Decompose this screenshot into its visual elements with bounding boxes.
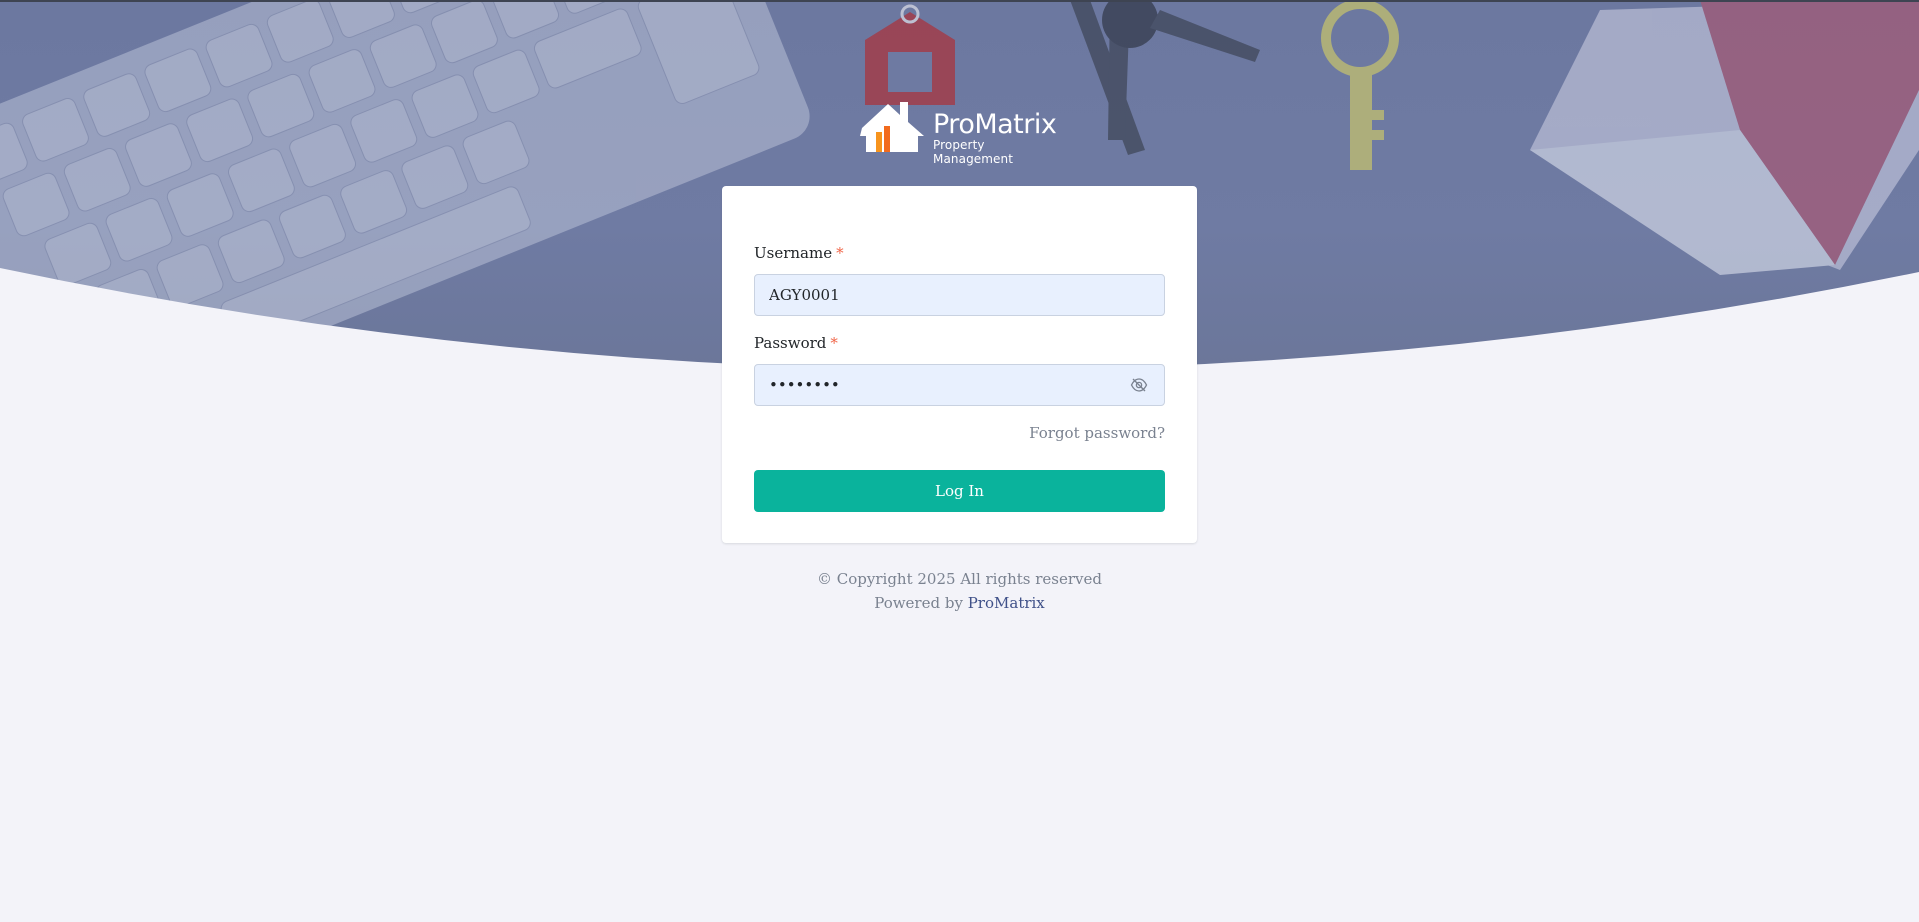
- powered-prefix: Powered by: [874, 594, 963, 612]
- footer-powered: Powered by ProMatrix: [0, 594, 1919, 612]
- password-label-text: Password: [754, 334, 827, 352]
- username-label-text: Username: [754, 244, 833, 262]
- login-card: Username* Password* •••••••• Forgot pass…: [722, 186, 1197, 543]
- required-mark: *: [830, 334, 838, 352]
- login-page: ProMatrix Property Management Username * …: [0, 0, 1919, 922]
- house-logo-icon: [860, 102, 924, 152]
- forgot-password-link[interactable]: Forgot password?: [1029, 424, 1165, 442]
- login-button[interactable]: Log In: [754, 470, 1165, 512]
- password-input[interactable]: ••••••••: [754, 364, 1165, 406]
- password-label: Password *: [754, 334, 838, 352]
- brand-name: ProMatrix: [933, 109, 1057, 140]
- brand-logo: ProMatrix Property Management: [858, 98, 1058, 166]
- required-mark: *: [836, 244, 844, 262]
- top-border: [0, 0, 1919, 2]
- username-label: Username *: [754, 244, 844, 262]
- eye-off-icon[interactable]: [1130, 376, 1148, 394]
- powered-brand-link[interactable]: ProMatrix: [968, 594, 1045, 612]
- brand-tagline: Property Management: [933, 138, 1014, 166]
- username-input[interactable]: [754, 274, 1165, 316]
- password-value: ••••••••: [769, 376, 840, 394]
- footer-copyright: © Copyright 2025 All rights reserved: [817, 570, 1102, 588]
